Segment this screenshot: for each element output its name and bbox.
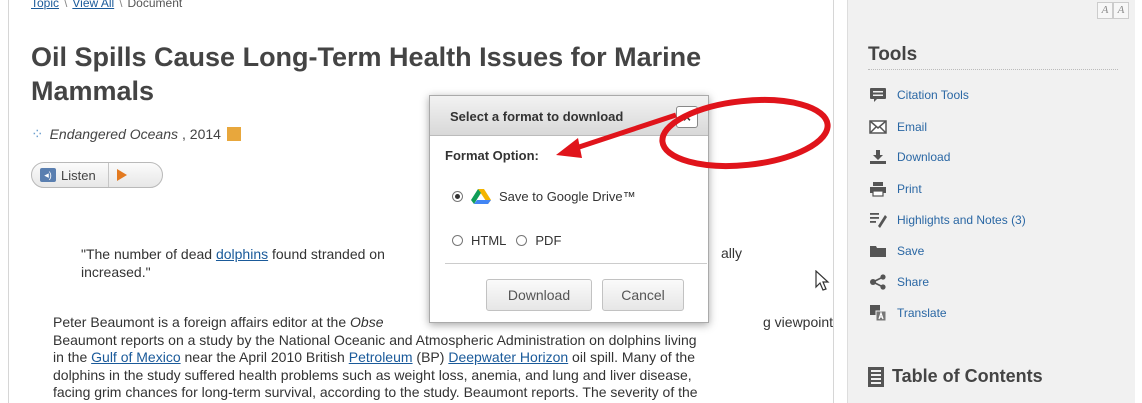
article-pane: Topic \ View All \ Document Oil Spills Cause… bbox=[8, 0, 834, 403]
google-drive-radio[interactable] bbox=[452, 191, 463, 202]
quote-text-end: ally bbox=[721, 245, 743, 261]
page: Topic \ View All \ Document Oil Spills Cause… bbox=[0, 0, 1142, 403]
font-size-increase-button[interactable]: A bbox=[1113, 2, 1129, 19]
source-year: , 2014 bbox=[182, 126, 221, 142]
close-button[interactable]: × bbox=[676, 106, 698, 128]
mouse-cursor-icon bbox=[815, 270, 830, 291]
body-text: dolphins in the study suffered health pr… bbox=[53, 366, 692, 383]
tool-email[interactable]: Email bbox=[868, 118, 927, 136]
quote-link-dolphins[interactable]: dolphins bbox=[216, 246, 268, 262]
tool-label: Share bbox=[897, 275, 930, 289]
body-text: Beaumont reports on a study by the Natio… bbox=[53, 331, 697, 348]
share-icon bbox=[868, 273, 888, 291]
link-gulf-of-mexico[interactable]: Gulf of Mexico bbox=[91, 349, 180, 365]
tools-divider bbox=[868, 69, 1118, 70]
download-button[interactable]: Download bbox=[486, 279, 592, 311]
download-icon bbox=[868, 148, 888, 166]
html-label[interactable]: HTML bbox=[471, 233, 506, 248]
html-radio[interactable] bbox=[452, 235, 463, 246]
tool-label: Citation Tools bbox=[897, 88, 969, 102]
tool-label: Print bbox=[897, 182, 922, 196]
tool-save[interactable]: Save bbox=[868, 242, 924, 260]
pdf-radio[interactable] bbox=[516, 235, 528, 246]
pdf-label[interactable]: PDF bbox=[535, 233, 561, 248]
breadcrumb-separator: \ bbox=[119, 0, 123, 10]
table-of-contents-heading[interactable]: Table of Contents bbox=[868, 366, 1043, 387]
cancel-button[interactable]: Cancel bbox=[602, 279, 684, 311]
quote-text: found stranded on bbox=[268, 246, 385, 262]
tool-label: Highlights and Notes (3) bbox=[897, 213, 1026, 227]
format-option-label: Format Option: bbox=[445, 148, 539, 163]
toc-label: Table of Contents bbox=[892, 366, 1043, 386]
tool-label: Save bbox=[897, 244, 925, 258]
tools-heading: Tools bbox=[868, 44, 918, 65]
breadcrumb-view-all[interactable]: View All bbox=[72, 0, 114, 10]
print-icon bbox=[868, 180, 888, 198]
dialog-title: Select a format to download bbox=[450, 109, 624, 124]
listen-label: Listen bbox=[61, 167, 96, 183]
font-size-controls: A A bbox=[1097, 2, 1129, 19]
highlight-icon bbox=[868, 211, 888, 229]
list-icon bbox=[868, 366, 884, 387]
play-icon[interactable] bbox=[116, 169, 127, 181]
tools-sidebar: A A Tools Citation Tools Email Download bbox=[847, 0, 1135, 403]
option-google-drive[interactable]: Save to Google Drive™ bbox=[452, 188, 636, 205]
tool-translate[interactable]: Translate bbox=[868, 304, 947, 322]
google-drive-icon bbox=[471, 189, 491, 204]
dialog-header: Select a format to download × bbox=[430, 96, 708, 136]
listen-button[interactable]: ◂) Listen bbox=[31, 162, 163, 188]
body-text: facing grim chances for long-term surviv… bbox=[53, 384, 698, 400]
tool-download[interactable]: Download bbox=[868, 148, 950, 166]
body-text: (BP) bbox=[412, 349, 449, 365]
download-dialog: Select a format to download × Format Opt… bbox=[429, 95, 709, 323]
speaker-icon: ◂) bbox=[40, 168, 56, 182]
link-deepwater-horizon[interactable]: Deepwater Horizon bbox=[448, 349, 568, 365]
tool-share[interactable]: Share bbox=[868, 273, 929, 291]
loading-icon: ⁘ bbox=[31, 126, 44, 143]
quote-text: "The number of dead bbox=[81, 246, 216, 262]
option-html-pdf: HTML PDF bbox=[452, 233, 561, 248]
tool-label: Download bbox=[897, 150, 951, 164]
breadcrumb: Topic \ View All \ Document bbox=[31, 0, 182, 10]
email-icon bbox=[868, 118, 888, 136]
article-body: Peter Beaumont is a foreign affairs edit… bbox=[53, 314, 813, 402]
tool-highlights-and-notes[interactable]: Highlights and Notes (3) bbox=[868, 211, 1026, 229]
body-italic: Obse bbox=[350, 314, 384, 330]
quote-text-line2: increased." bbox=[81, 264, 151, 280]
source-line: ⁘ Endangered Oceans , 2014 bbox=[31, 125, 241, 143]
body-text: Peter Beaumont is a foreign affairs edit… bbox=[53, 314, 351, 330]
body-text: in the bbox=[53, 349, 92, 365]
tool-citation-tools[interactable]: Citation Tools bbox=[868, 86, 969, 104]
folder-icon bbox=[868, 242, 888, 260]
tool-print[interactable]: Print bbox=[868, 180, 922, 198]
link-petroleum[interactable]: Petroleum bbox=[349, 349, 413, 365]
source-name: Endangered Oceans bbox=[49, 126, 179, 142]
document-type-icon bbox=[226, 127, 241, 141]
translate-icon bbox=[868, 304, 888, 322]
body-text: oil spill. Many of the bbox=[568, 349, 696, 365]
listen-divider bbox=[107, 163, 109, 187]
tool-label: Translate bbox=[897, 306, 947, 320]
font-size-decrease-button[interactable]: A bbox=[1097, 2, 1113, 19]
citation-icon bbox=[868, 86, 888, 104]
breadcrumb-topic[interactable]: Topic bbox=[31, 0, 59, 10]
dialog-divider bbox=[445, 263, 707, 264]
body-text-tail: g viewpoint, bbox=[763, 314, 834, 330]
body-text: near the April 2010 British bbox=[180, 349, 349, 365]
breadcrumb-separator: \ bbox=[64, 0, 68, 10]
tool-label: Email bbox=[897, 120, 928, 134]
breadcrumb-current: Document bbox=[127, 0, 183, 10]
google-drive-label: Save to Google Drive™ bbox=[499, 189, 636, 204]
